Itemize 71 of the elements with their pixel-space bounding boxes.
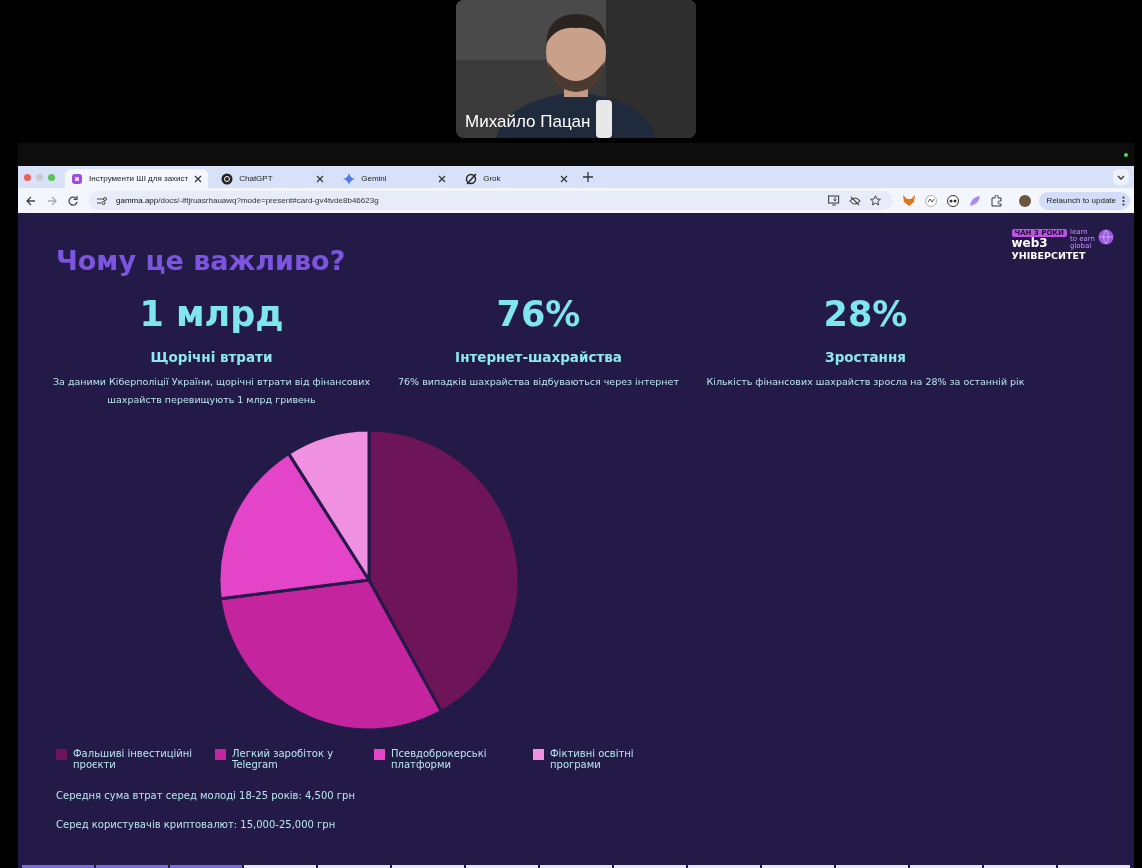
install-icon[interactable] xyxy=(827,195,840,206)
stat-label: Інтернет-шахрайства xyxy=(455,349,622,365)
slide-thumbnail[interactable] xyxy=(22,865,94,868)
tab-title: Інструменти ШІ для захист xyxy=(89,174,189,183)
legend-label: Псевдоброкерські платформи xyxy=(391,748,488,770)
logo-brand: web3 xyxy=(1011,237,1048,250)
stat-value: 28% xyxy=(823,294,908,334)
update-button[interactable]: Relaunch to update xyxy=(1038,191,1130,210)
close-icon[interactable] xyxy=(560,174,569,183)
status-dot xyxy=(1124,152,1128,157)
stat-value: 1 млрд xyxy=(139,294,284,334)
stat-label: Зростання xyxy=(825,349,906,365)
fox-icon[interactable] xyxy=(902,195,915,206)
feather-icon[interactable] xyxy=(968,194,981,207)
stat-text: За даними Кіберполіції України, щорічні втрати від фінансових шахрайств перевищують 1 млрд гривень xyxy=(52,375,371,407)
note-text: Середня сума втрат серед молоді 18-25 років: 4,500 грн xyxy=(56,790,356,801)
logo-name: УНІВЕРСИТЕТ xyxy=(1011,250,1087,261)
close-icon[interactable] xyxy=(194,174,203,183)
slide-thumbnail[interactable] xyxy=(244,865,316,868)
more-icon xyxy=(1122,195,1125,206)
slide-thumbnail[interactable] xyxy=(318,865,390,868)
note-text: Серед користувачів криптовалют: 15,000-25,000 грн xyxy=(56,819,337,830)
logo-icon xyxy=(465,172,478,185)
close-icon[interactable] xyxy=(316,174,325,183)
legend-label: Фіктивні освітні програми xyxy=(550,748,635,770)
browser-tab[interactable]: Інструменти ШІ для захист xyxy=(65,169,209,188)
stat-value: 76% xyxy=(496,294,581,334)
stat-label: Щорічні втрати xyxy=(150,349,273,365)
stat-text: Кількість фінансових шахрайств зросла на 28% за останній рік xyxy=(706,375,1025,389)
panda-icon[interactable] xyxy=(946,194,959,207)
globe-icon xyxy=(1098,229,1114,245)
slide-thumbnail[interactable] xyxy=(984,865,1056,868)
reload-icon[interactable] xyxy=(68,195,78,206)
forward-icon xyxy=(47,195,57,206)
participant-name: Михайло Пацан xyxy=(465,112,591,132)
avatar-icon[interactable] xyxy=(1018,194,1031,207)
legend-label: Фальшиві інвестиційні проєкти xyxy=(73,748,194,770)
sparkle-icon xyxy=(343,172,356,185)
tab-title: Grok xyxy=(483,174,502,183)
slide-thumbnail[interactable] xyxy=(836,865,908,868)
logo-icon xyxy=(221,172,234,185)
close-icon[interactable] xyxy=(438,174,447,183)
address-field[interactable]: gamma.app/docs/-iftjruasrhauawq?mode=present#card-gv4tvde8b46623g xyxy=(89,191,893,210)
browser-tab[interactable]: Grok xyxy=(459,169,575,188)
slide-thumbnail[interactable] xyxy=(466,865,538,868)
legend-label: Легкий заробіток у Telegram xyxy=(232,748,335,770)
tab-title: ChatGPT xyxy=(239,174,274,183)
chevron-down-icon[interactable] xyxy=(1113,169,1129,185)
slide-thumbnail[interactable] xyxy=(688,865,760,868)
puzzle-icon[interactable] xyxy=(990,194,1003,207)
extension-icon[interactable] xyxy=(924,194,937,207)
cube-icon xyxy=(71,172,83,185)
slide-thumbnail[interactable] xyxy=(762,865,834,868)
browser-tab[interactable]: ChatGPT xyxy=(215,169,331,188)
slide-thumbnail[interactable] xyxy=(614,865,686,868)
tab-title: Gemini xyxy=(361,174,388,183)
plus-icon[interactable] xyxy=(583,172,594,182)
slide-thumbnail[interactable] xyxy=(96,865,168,868)
slide-thumbnail[interactable] xyxy=(170,865,242,868)
slide-thumbnail[interactable] xyxy=(540,865,612,868)
stat-text: 76% випадків шахрайства відбуваються через інтернет xyxy=(398,375,679,389)
slide-title: Чому це важливо? xyxy=(56,245,346,276)
site-settings-icon[interactable] xyxy=(97,195,107,206)
star-icon[interactable] xyxy=(869,195,881,206)
url-text: gamma.app/docs/-iftjruasrhauawq?mode=present#card-gv4tvde8b46623g xyxy=(116,196,379,205)
back-icon[interactable] xyxy=(26,195,36,206)
slide-thumbnail[interactable] xyxy=(910,865,982,868)
browser-tab[interactable]: Gemini xyxy=(337,169,453,188)
slide-thumbnail[interactable] xyxy=(392,865,464,868)
slide-thumbnail[interactable] xyxy=(1058,865,1130,868)
eye-slash-icon[interactable] xyxy=(848,195,861,206)
